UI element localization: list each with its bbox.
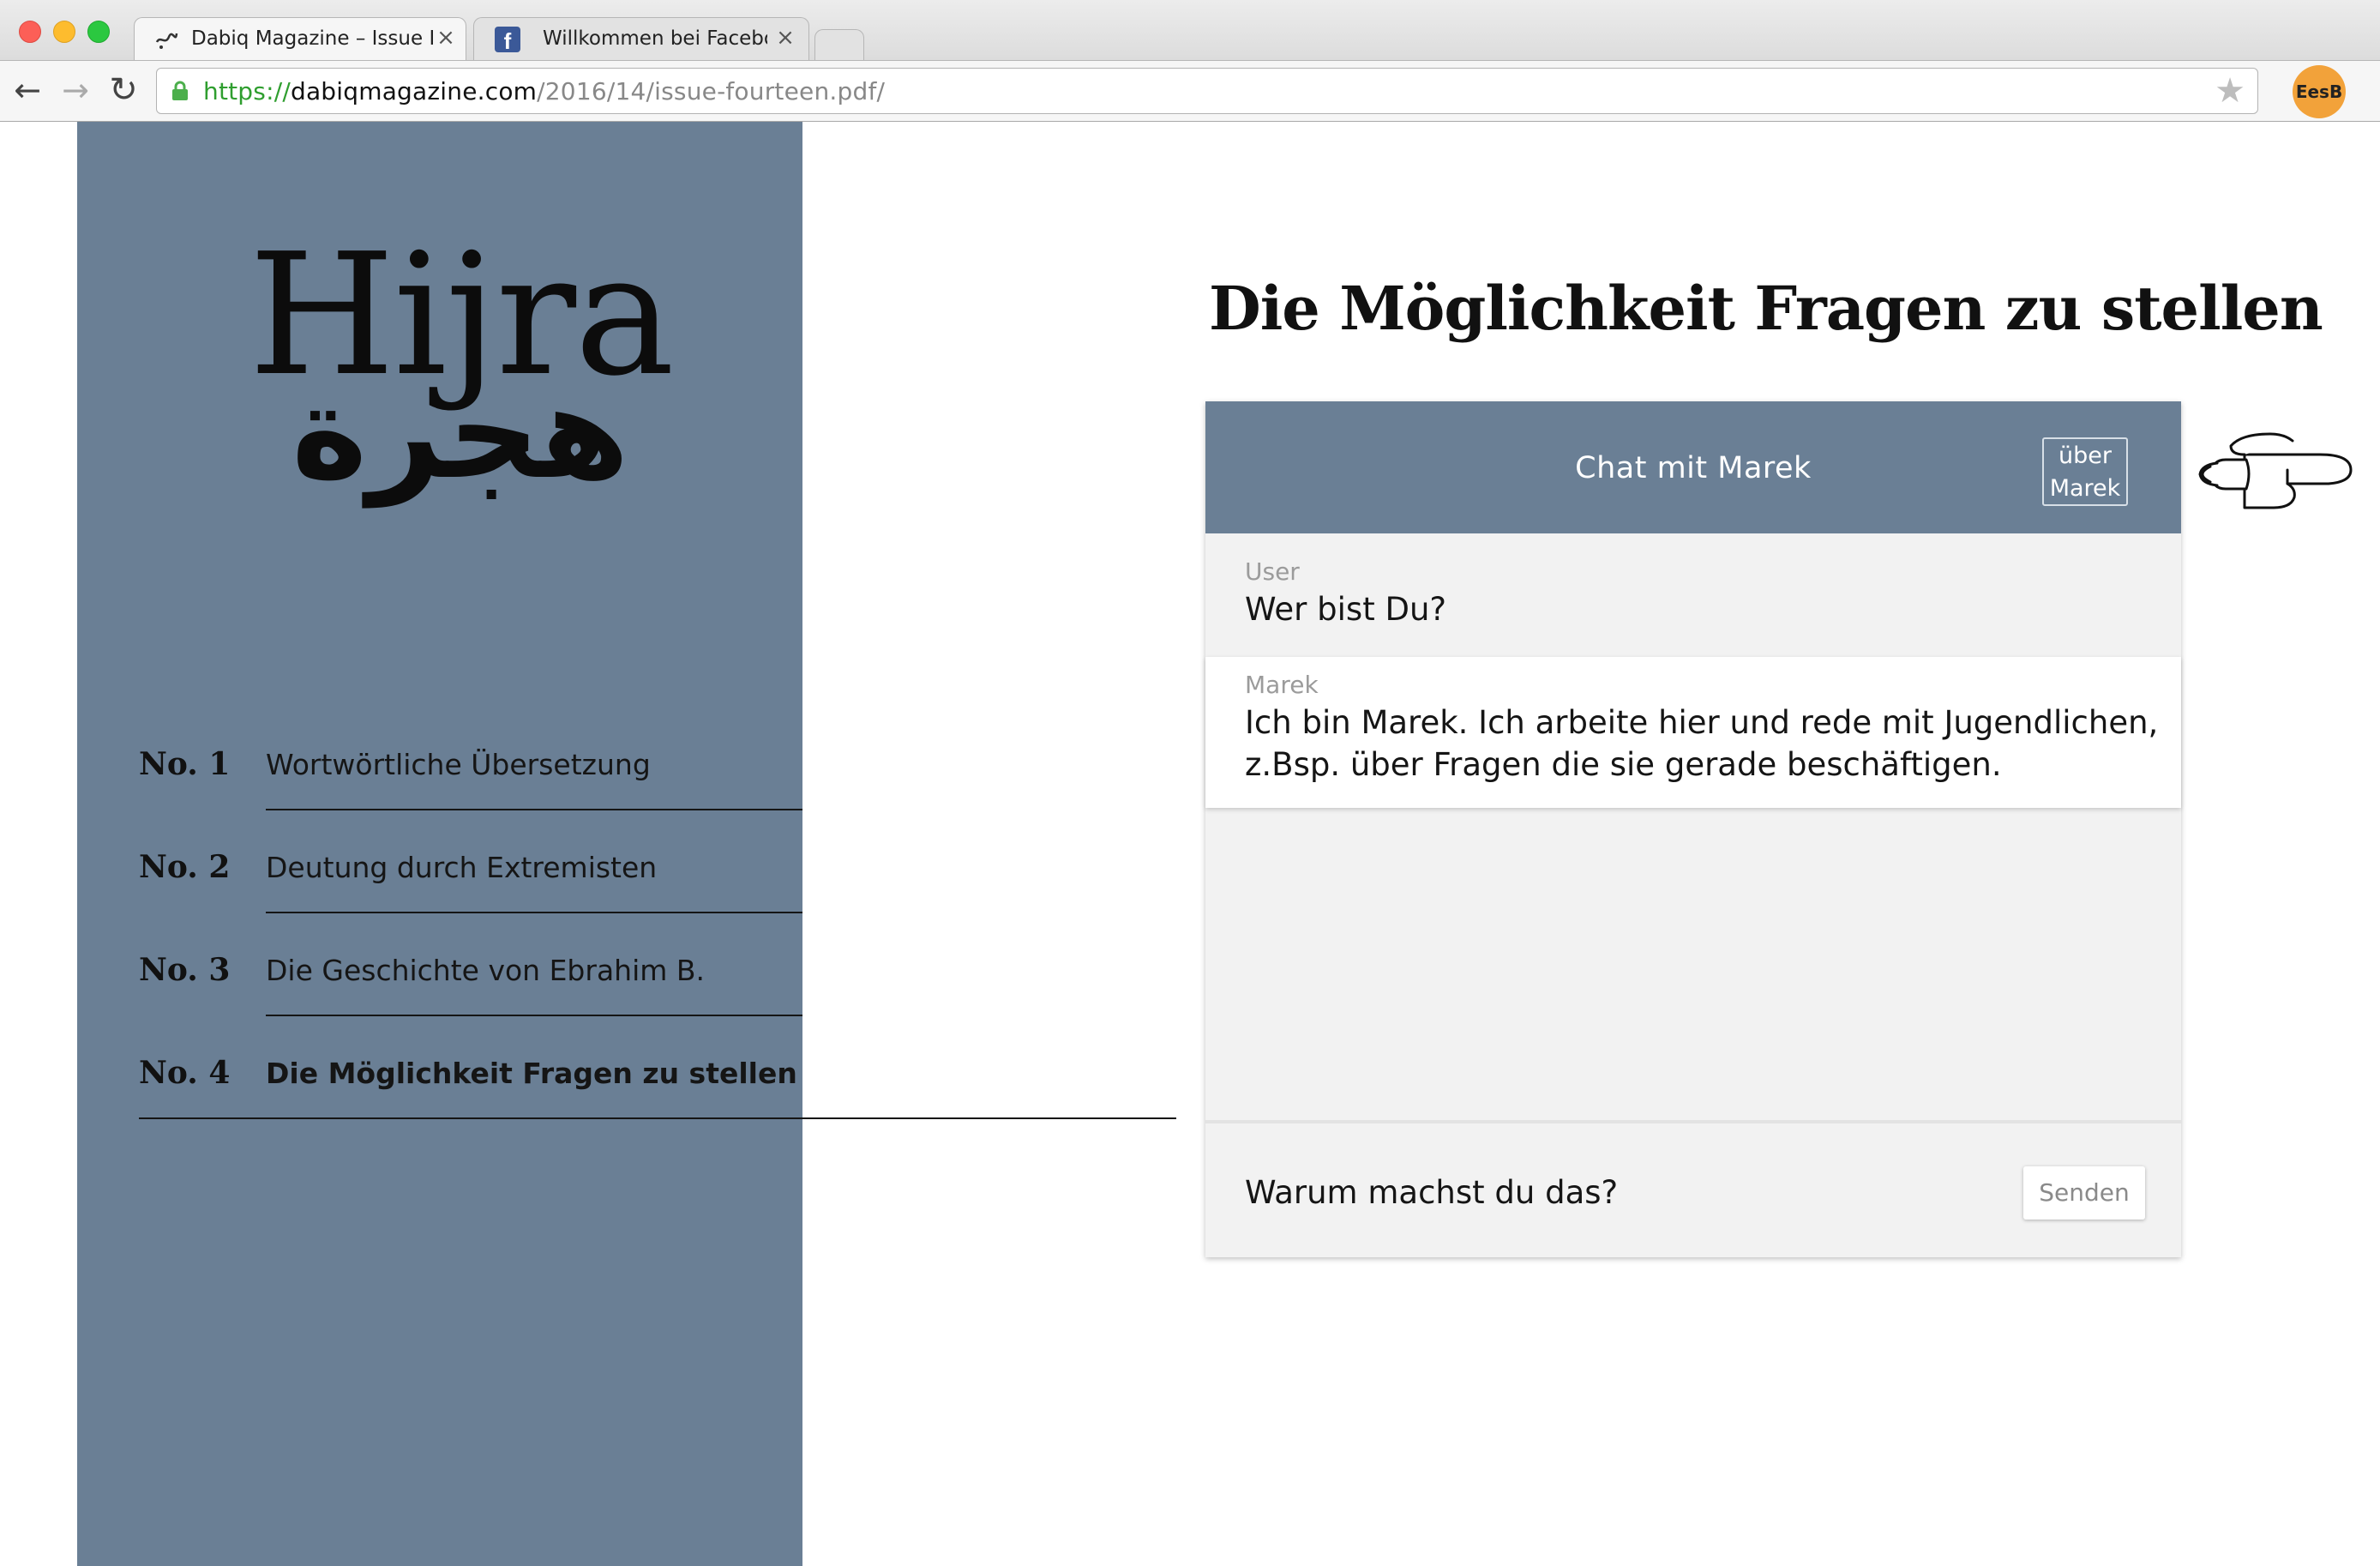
message-text-line-2: z.Bsp. über Fragen die sie gerade beschä… (1245, 746, 2002, 783)
about-label-line-1: über (2058, 443, 2112, 469)
minimize-window-button[interactable] (53, 21, 75, 43)
divider (266, 1015, 802, 1016)
item-title: Wortwörtliche Übersetzung (266, 748, 651, 781)
active-item-underline (139, 1117, 1176, 1119)
sidebar-item-1[interactable]: No. 1 Wortwörtliche Übersetzung (139, 746, 802, 798)
new-tab-button[interactable] (814, 29, 864, 60)
close-window-button[interactable] (19, 21, 41, 43)
sidebar-item-2[interactable]: No. 2 Deutung durch Extremisten (139, 849, 802, 900)
url-scheme: https:// (203, 77, 291, 105)
back-icon[interactable]: ← (10, 71, 45, 109)
item-title: Deutung durch Extremisten (266, 851, 658, 884)
chat-input[interactable] (1245, 1149, 2016, 1235)
marek-message: Marek Ich bin Marek. Ich arbeite hier un… (1205, 657, 2181, 808)
url-path: /2016/14/issue-fourteen.pdf/ (537, 77, 886, 105)
chat-header: Chat mit Marek über Marek (1205, 401, 2181, 533)
message-sender: User (1245, 557, 1300, 586)
close-tab-icon[interactable]: × (435, 25, 457, 51)
item-number: No. 2 (139, 849, 231, 885)
close-tab-icon[interactable]: × (774, 25, 796, 51)
bookmark-star-icon[interactable]: ★ (2215, 74, 2245, 108)
url-host: dabiqmagazine.com (290, 77, 538, 105)
divider (266, 809, 802, 810)
chat-input-bar: Senden (1205, 1120, 2181, 1257)
message-sender: Marek (1245, 671, 1319, 699)
facebook-icon: f (495, 27, 520, 52)
sidebar-item-3[interactable]: No. 3 Die Geschichte von Ebrahim B. (139, 952, 802, 1003)
item-title: Die Geschichte von Ebrahim B. (266, 954, 706, 987)
message-text-line-1: Ich bin Marek. Ich arbeite hier und rede… (1245, 704, 2159, 741)
sidebar-item-4[interactable]: No. 4 Die Möglichkeit Fragen zu stellen (139, 1055, 1176, 1106)
zoom-window-button[interactable] (87, 21, 110, 43)
page-title: Die Möglichkeit Fragen zu stellen (1209, 273, 2323, 344)
address-bar[interactable]: https://dabiqmagazine.com/2016/14/issue-… (156, 68, 2258, 114)
tab-facebook[interactable]: f Willkommen bei Facebo × (473, 17, 809, 60)
item-number: No. 4 (139, 1055, 231, 1091)
tab-label: Willkommen bei Facebo (543, 27, 767, 50)
send-button[interactable]: Senden (2023, 1166, 2145, 1220)
lock-icon (172, 81, 188, 100)
item-number: No. 1 (139, 746, 231, 782)
browser-toolbar: ← → ↻ https://dabiqmagazine.com/2016/14/… (0, 60, 2380, 122)
about-marek-button[interactable]: über Marek (2042, 437, 2128, 506)
profile-avatar[interactable]: EesB (2293, 65, 2346, 118)
url-text: https://dabiqmagazine.com/2016/14/issue-… (203, 77, 885, 105)
item-title: Die Möglichkeit Fragen zu stellen (266, 1057, 797, 1090)
browser-tabstrip: Dabiq Magazine – Issue F × f Willkommen … (0, 0, 2380, 60)
tab-dabiq[interactable]: Dabiq Magazine – Issue F × (134, 17, 466, 60)
divider (266, 912, 802, 913)
logo-arabic: هجرة (291, 358, 629, 508)
tab-label: Dabiq Magazine – Issue F (191, 27, 433, 50)
pointing-hand-icon (2198, 432, 2353, 509)
about-label-line-2: Marek (2049, 475, 2121, 502)
chat-window: Chat mit Marek über Marek User Wer bist … (1205, 401, 2181, 1257)
item-number: No. 3 (139, 952, 231, 988)
chat-title: Chat mit Marek (1575, 451, 1812, 485)
reload-icon[interactable]: ↻ (106, 71, 141, 109)
dabiq-calligraphy-icon (155, 33, 178, 49)
message-text: Wer bist Du? (1245, 591, 1447, 628)
forward-icon[interactable]: → (58, 71, 93, 109)
